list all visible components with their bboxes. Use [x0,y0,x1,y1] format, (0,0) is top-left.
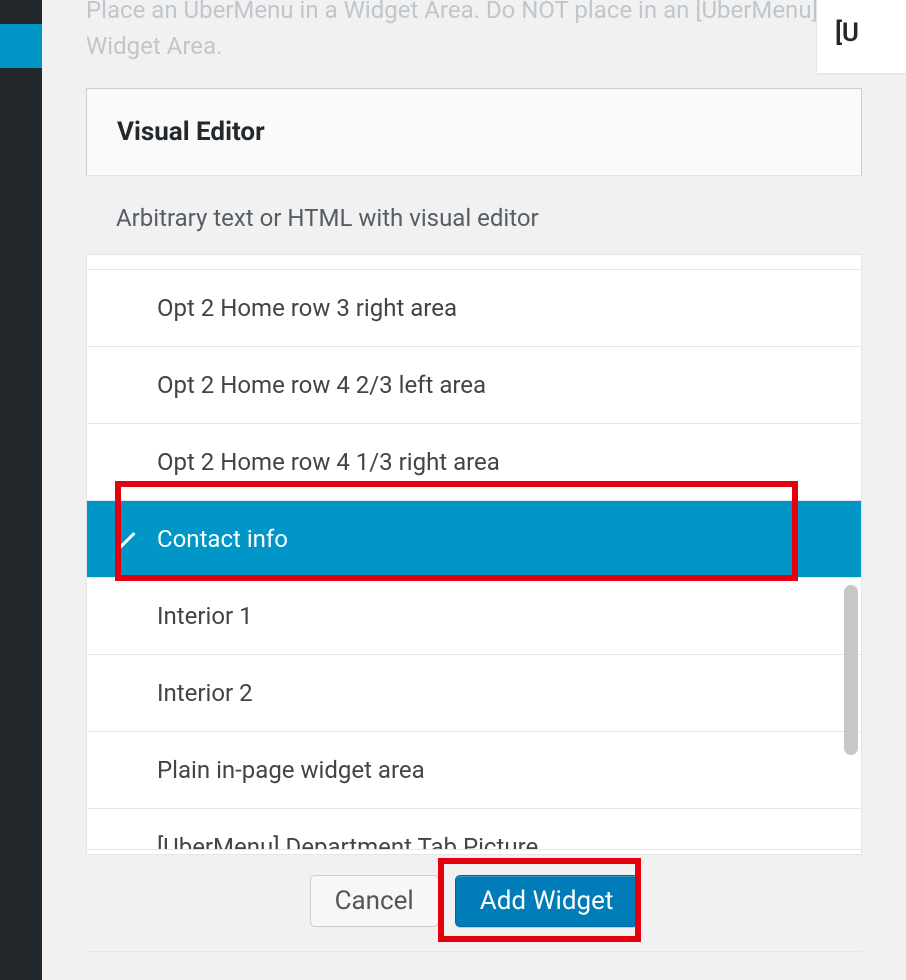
widget-area-list[interactable]: Opt 2 Home row 3 right area Opt 2 Home r… [87,255,861,854]
area-label: Contact info [157,525,288,553]
scrollbar-thumb[interactable] [844,585,858,755]
widget-area-list-container: Opt 2 Home row 3 right area Opt 2 Home r… [86,254,862,855]
sidebar-active-item[interactable] [0,24,42,68]
area-option[interactable]: [UberMenu] Department Tab Picture [87,809,861,850]
area-label: Interior 2 [157,679,253,707]
widget-title-bar[interactable]: Visual Editor [86,88,862,176]
main-panel: Place an UberMenu in a Widget Area. Do N… [42,0,906,980]
inactive-widgets-panel: [ [U [816,0,906,74]
area-option-selected[interactable]: Contact info [87,501,861,578]
area-option[interactable]: Interior 2 [87,655,861,732]
admin-sidebar [0,0,42,980]
widget-title: Visual Editor [117,117,265,147]
area-option[interactable]: Interior 1 [87,578,861,655]
cancel-button[interactable]: Cancel [310,875,439,927]
divider [86,951,862,952]
area-option[interactable]: Plain in-page widget area [87,732,861,809]
area-option[interactable]: Opt 2 Home row 3 right area [87,270,861,347]
dialog-buttons: Cancel Add Widget [86,855,862,927]
area-label: Plain in-page widget area [157,756,425,784]
widget-description: Arbitrary text or HTML with visual edito… [86,176,862,254]
add-widget-button[interactable]: Add Widget [455,875,639,927]
widget-hint-text: Place an UberMenu in a Widget Area. Do N… [86,0,862,64]
side-widget-card[interactable]: [U [816,0,906,74]
check-icon [111,525,139,553]
area-label: Opt 2 Home row 3 right area [157,294,457,322]
area-label: Opt 2 Home row 4 2/3 left area [157,371,486,399]
list-item-partial-top [87,255,861,270]
side-card-label: [U [835,18,859,48]
area-label: Opt 2 Home row 4 1/3 right area [157,448,500,476]
area-label: Interior 1 [157,602,253,630]
area-option[interactable]: Opt 2 Home row 4 1/3 right area [87,424,861,501]
area-label: [UberMenu] Department Tab Picture [157,833,538,850]
area-option[interactable]: Opt 2 Home row 4 2/3 left area [87,347,861,424]
